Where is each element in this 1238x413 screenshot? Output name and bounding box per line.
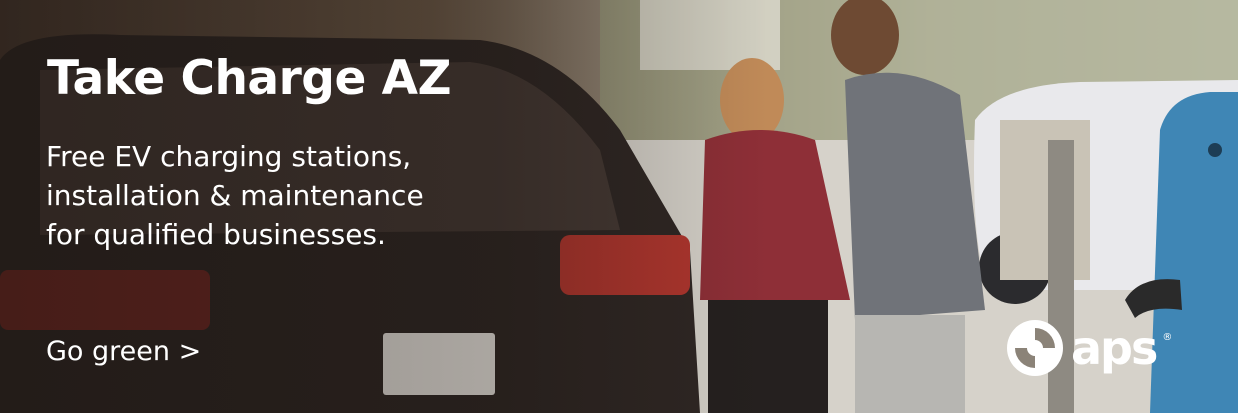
ad-subline-line-2: installation & maintenance — [46, 179, 424, 212]
go-green-link[interactable]: Go green > — [46, 336, 201, 367]
ad-subline: Free EV charging stations, installation … — [46, 137, 566, 254]
ad-banner[interactable]: Take Charge AZ Free EV charging stations… — [0, 0, 1238, 413]
registered-mark: ® — [1162, 332, 1173, 343]
aps-logo[interactable]: aps ® — [1005, 318, 1172, 378]
ad-subline-line-3: for qualified businesses. — [46, 218, 386, 251]
aps-wordmark: aps — [1071, 321, 1158, 375]
ad-headline: Take Charge AZ — [47, 51, 452, 106]
aps-swirl-icon — [1007, 320, 1063, 376]
ad-subline-line-1: Free EV charging stations, — [46, 140, 412, 173]
